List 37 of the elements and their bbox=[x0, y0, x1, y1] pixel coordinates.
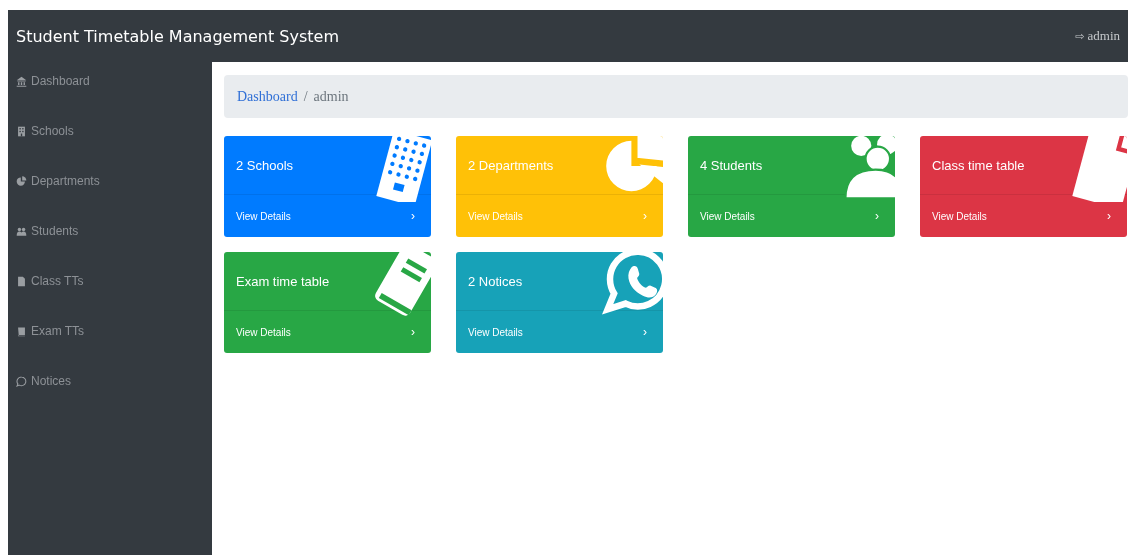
chevron-icon: › bbox=[411, 325, 415, 339]
view-details-link[interactable]: View Details › bbox=[224, 195, 431, 237]
app-title: Student Timetable Management System bbox=[16, 26, 339, 46]
chevron-icon: › bbox=[411, 209, 415, 223]
breadcrumb-current: admin bbox=[313, 88, 349, 105]
book-icon bbox=[16, 325, 27, 337]
card-title: Class time table bbox=[932, 157, 1025, 173]
sidebar-item[interactable]: Students bbox=[8, 224, 212, 238]
chat-icon bbox=[16, 375, 27, 387]
view-details-link[interactable]: View Details › bbox=[920, 195, 1127, 237]
chevron-icon: › bbox=[643, 325, 647, 339]
pie-icon bbox=[16, 175, 27, 187]
chevron-icon: › bbox=[643, 209, 647, 223]
file-icon bbox=[16, 275, 27, 287]
sidebar-item[interactable]: Class TTs bbox=[8, 274, 212, 288]
view-details-link[interactable]: View Details › bbox=[456, 311, 663, 353]
breadcrumb-separator: / bbox=[303, 88, 308, 105]
sidebar-item[interactable]: Notices bbox=[8, 374, 212, 388]
logout-icon: ⇨ bbox=[1075, 29, 1085, 43]
sidebar-item[interactable]: Schools bbox=[8, 124, 212, 138]
users-icon bbox=[16, 225, 27, 237]
sidebar-item[interactable]: Exam TTs bbox=[8, 324, 212, 338]
view-details-link[interactable]: View Details › bbox=[688, 195, 895, 237]
card-title: 4 Students bbox=[700, 157, 763, 173]
building-icon bbox=[16, 125, 27, 137]
chevron-icon: › bbox=[875, 209, 879, 223]
card-title: 2 Departments bbox=[468, 157, 554, 173]
breadcrumb-link[interactable]: Dashboard bbox=[237, 88, 298, 105]
card-title: 2 Schools bbox=[236, 157, 294, 173]
bank-icon bbox=[16, 75, 27, 87]
chevron-icon: › bbox=[1107, 209, 1111, 223]
card-title: Exam time table bbox=[236, 273, 330, 289]
view-details-link[interactable]: View Details › bbox=[224, 311, 431, 353]
sidebar-item[interactable]: Dashboard bbox=[8, 74, 212, 88]
user-link[interactable]: ⇨ admin bbox=[1075, 28, 1120, 44]
card-title: 2 Notices bbox=[468, 273, 523, 289]
sidebar-item[interactable]: Departments bbox=[8, 174, 212, 188]
